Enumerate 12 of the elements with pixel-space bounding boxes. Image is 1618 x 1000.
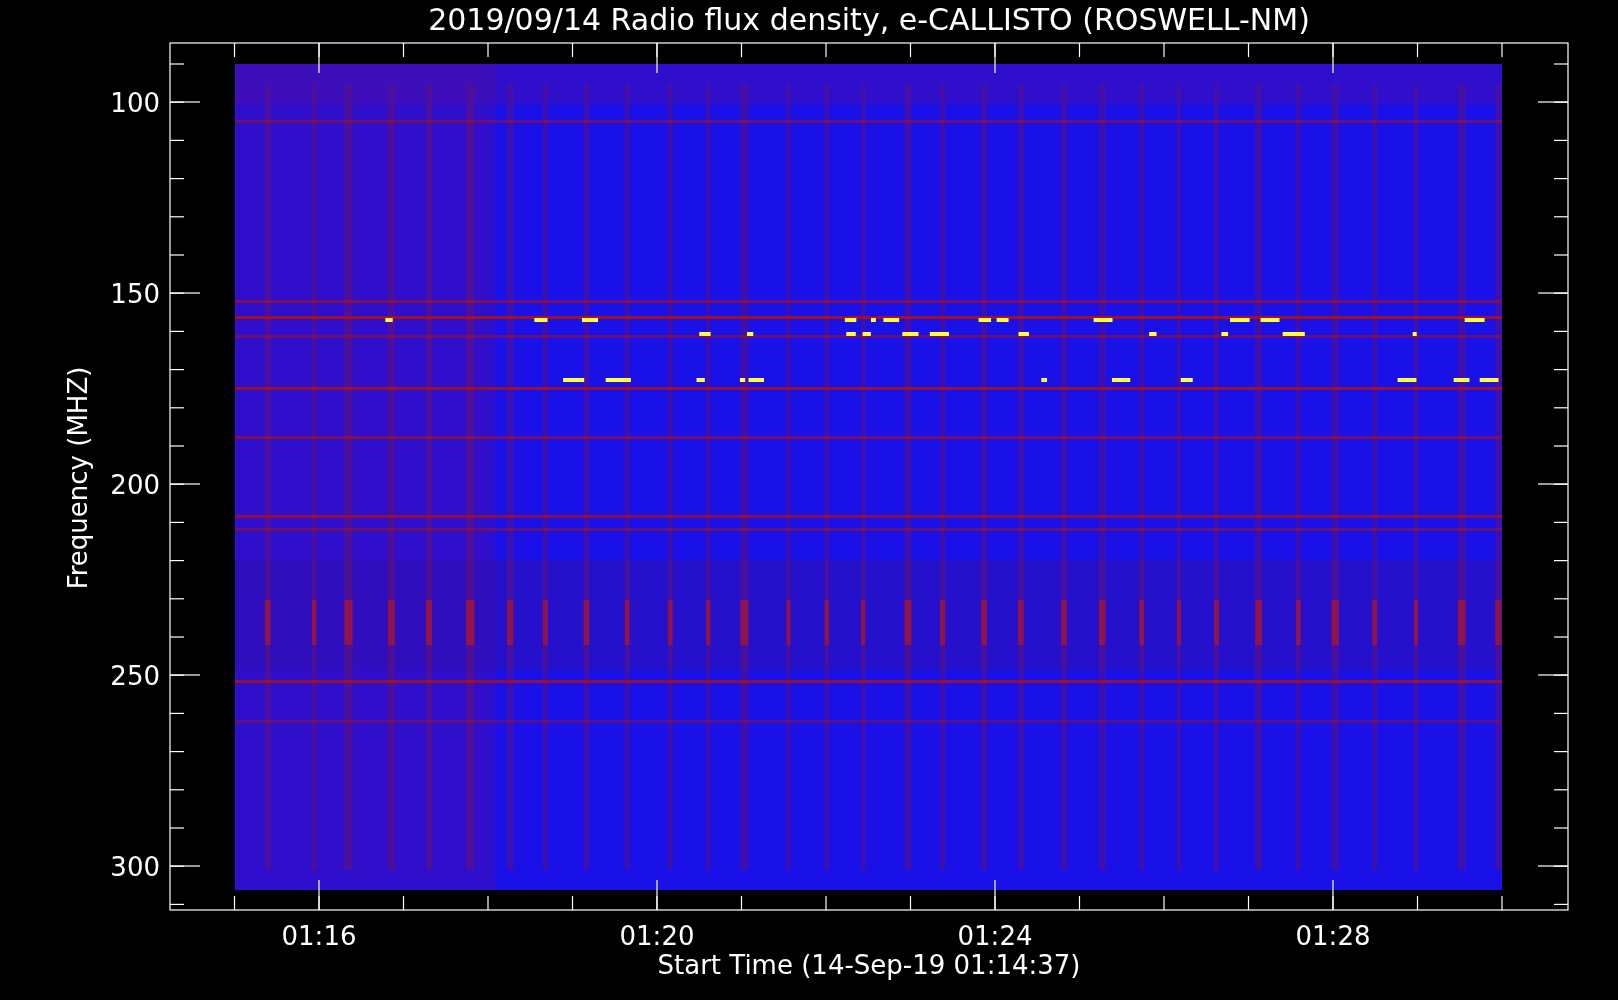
y-axis-label: Frequency (MHZ) <box>63 366 93 590</box>
x-tick-label: 01:28 <box>1295 921 1371 951</box>
y-tick-label: 150 <box>110 279 160 309</box>
x-tick-label: 01:20 <box>619 921 695 951</box>
y-tick-label: 300 <box>110 852 160 882</box>
y-tick-label: 100 <box>110 88 160 118</box>
y-tick-label: 250 <box>110 661 160 691</box>
x-tick-label: 01:24 <box>957 921 1033 951</box>
x-axis-label: Start Time (14-Sep-19 01:14:37) <box>657 950 1081 980</box>
y-tick-label: 200 <box>110 470 160 500</box>
chart-title: 2019/09/14 Radio flux density, e-CALLISTO (ROSWELL-NM) <box>428 2 1310 37</box>
x-tick-label: 01:16 <box>281 921 357 951</box>
